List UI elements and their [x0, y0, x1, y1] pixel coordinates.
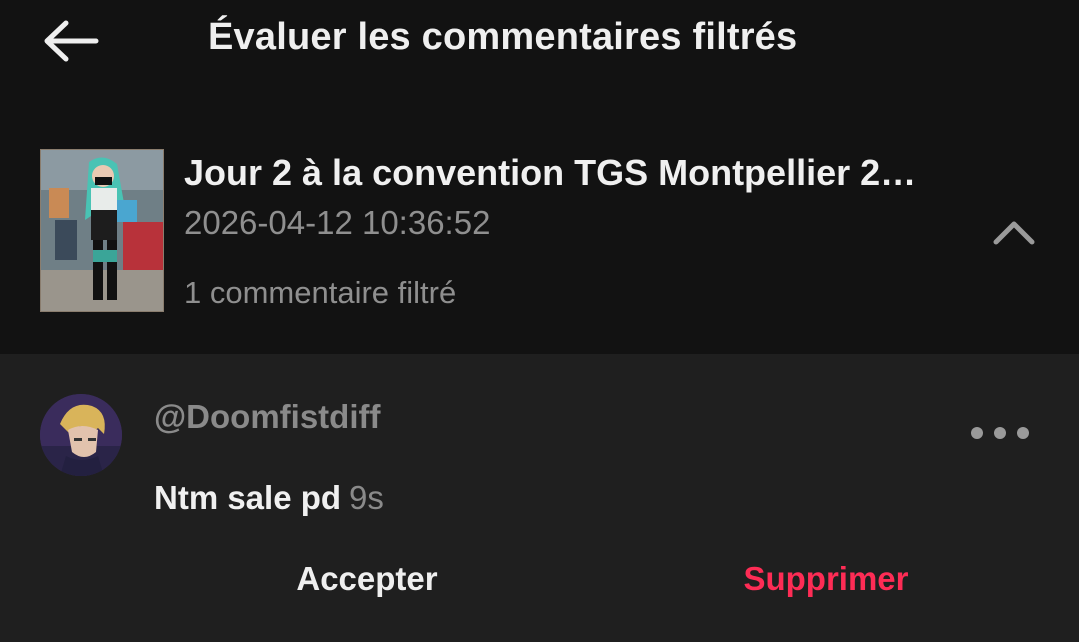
video-date: 2026-04-12 10:36:52	[184, 204, 491, 241]
video-title[interactable]: Jour 2 à la convention TGS Montpellier 2…	[184, 152, 974, 194]
review-filtered-comments-screen: Évaluer les commentaires filtrés Jour 2 …	[0, 0, 1079, 642]
video-thumbnail[interactable]	[40, 149, 164, 312]
delete-button[interactable]: Supprimer	[676, 549, 976, 609]
chevron-up-icon	[993, 221, 1035, 245]
collapse-button[interactable]	[990, 216, 1038, 248]
page-title: Évaluer les commentaires filtrés	[208, 16, 798, 58]
comment-username[interactable]: @Doomfistdiff	[154, 398, 380, 436]
avatar-image	[40, 394, 122, 476]
comment-body: Ntm sale pd 9s	[154, 479, 384, 517]
arrow-left-icon	[44, 20, 99, 62]
filtered-comment-count: 1 commentaire filtré	[184, 275, 457, 310]
comment-text: Ntm sale pd	[154, 479, 342, 516]
more-horizontal-icon	[971, 427, 1029, 439]
back-button[interactable]	[42, 18, 100, 64]
comment-timestamp: 9s	[349, 479, 384, 516]
header: Évaluer les commentaires filtrés	[0, 0, 1079, 80]
accept-button[interactable]: Accepter	[217, 549, 517, 609]
filtered-comment: @Doomfistdiff Ntm sale pd 9s Accepter Sup…	[0, 354, 1079, 642]
thumbnail-image	[41, 150, 163, 311]
more-options-button[interactable]	[960, 418, 1040, 448]
video-summary: Jour 2 à la convention TGS Montpellier 2…	[0, 120, 1079, 354]
avatar[interactable]	[40, 394, 122, 476]
